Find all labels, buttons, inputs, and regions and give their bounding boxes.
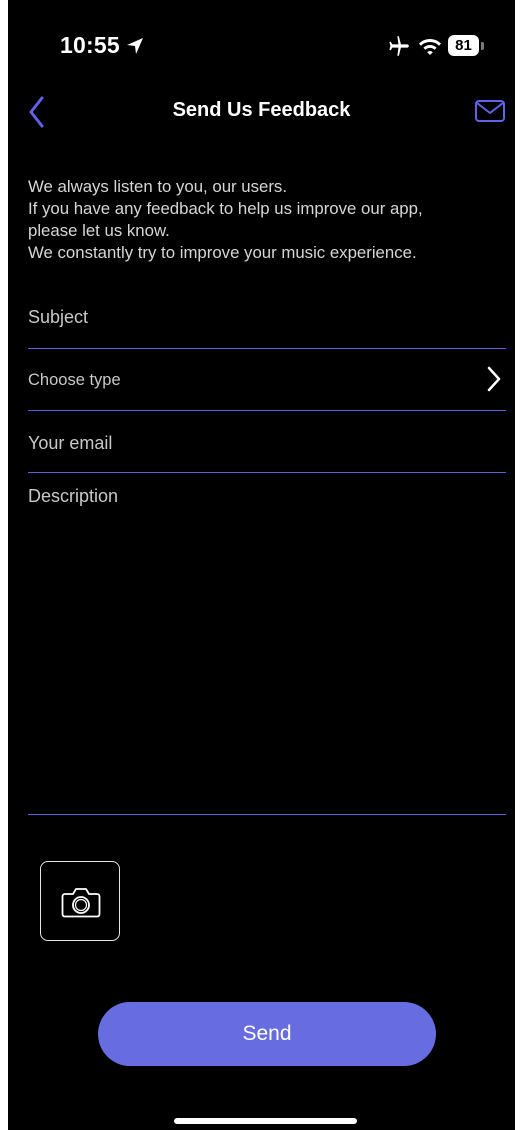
battery-level: 81 — [448, 35, 479, 56]
choose-type-field[interactable]: Choose type — [28, 349, 506, 411]
intro-line: We always listen to you, our users. — [28, 177, 287, 196]
intro-text: We always listen to you, our users. If y… — [28, 176, 508, 264]
feedback-screen: 10:55 81 Send Us Feedback We always list… — [8, 0, 515, 1130]
intro-line: We constantly try to improve your music … — [28, 243, 417, 262]
status-bar: 10:55 81 — [8, 0, 515, 90]
battery-cap — [481, 42, 484, 50]
intro-line: please let us know. — [28, 221, 170, 240]
email-field[interactable]: Your email — [28, 411, 506, 473]
mail-icon[interactable] — [474, 99, 506, 123]
send-button[interactable]: Send — [98, 1002, 436, 1066]
navigation-bar: Send Us Feedback — [8, 90, 515, 134]
battery-indicator: 81 — [448, 35, 484, 57]
wifi-icon — [419, 39, 441, 55]
intro-line: If you have any feedback to help us impr… — [28, 199, 423, 218]
chevron-right-icon — [487, 366, 501, 392]
choose-type-placeholder: Choose type — [28, 371, 121, 389]
description-field[interactable]: Description — [28, 473, 506, 815]
page-title: Send Us Feedback — [172, 99, 351, 121]
status-time: 10:55 — [60, 32, 120, 58]
description-placeholder: Description — [28, 486, 119, 506]
airplane-mode-icon — [389, 36, 409, 56]
email-placeholder: Your email — [28, 433, 113, 453]
add-photo-button[interactable] — [40, 861, 120, 941]
camera-icon — [61, 888, 101, 918]
location-arrow-icon — [127, 38, 143, 54]
subject-field[interactable]: Subject — [28, 296, 506, 349]
subject-placeholder: Subject — [28, 307, 89, 327]
home-indicator[interactable] — [174, 1118, 357, 1124]
